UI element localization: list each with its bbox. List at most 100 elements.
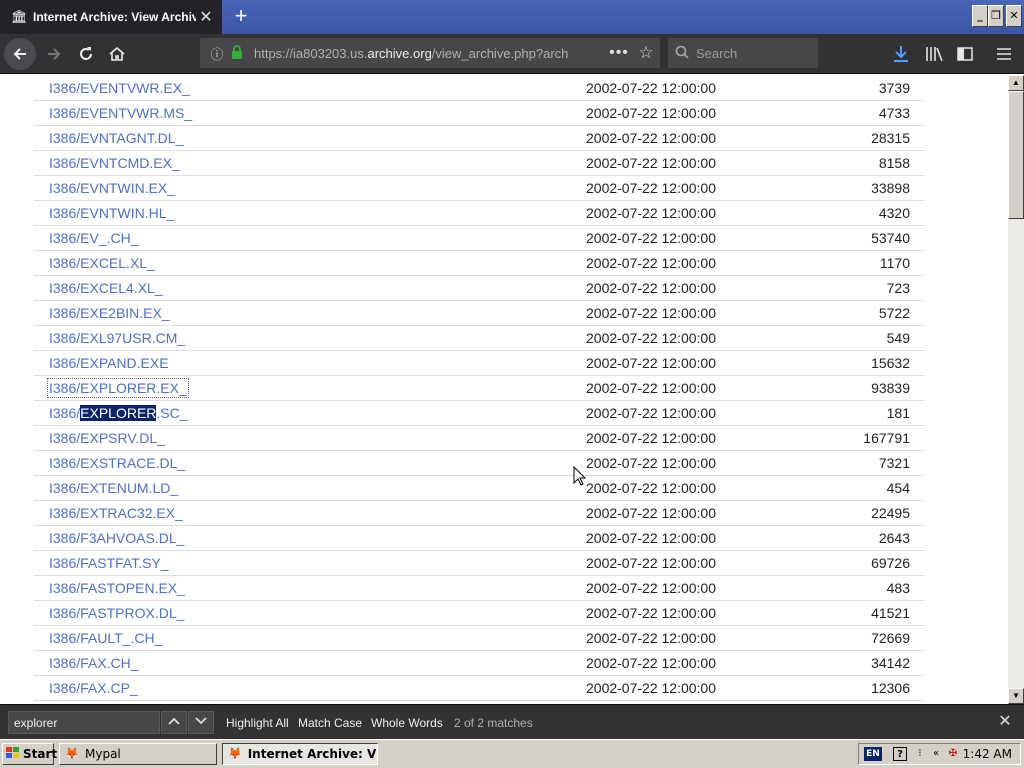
find-close-icon[interactable]: ✕ [995, 712, 1015, 732]
file-link[interactable]: I386/FAX.CP_ [49, 680, 138, 696]
search-icon [668, 45, 696, 62]
file-link[interactable]: I386/EVNTWIN.EX_ [49, 180, 175, 196]
network-icon[interactable]: ✠ [945, 747, 961, 761]
file-date: 2002-07-22 12:00:00 [586, 580, 716, 596]
file-date: 2002-07-22 12:00:00 [586, 655, 716, 671]
file-link[interactable]: I386/EXPLORER.EX_ [47, 378, 189, 398]
file-size: 15632 [871, 355, 910, 371]
table-row: I386/F3AHVOAS.DL_ 2002-07-22 12:00:00 2643 [34, 526, 925, 551]
language-indicator[interactable]: EN [864, 747, 882, 761]
new-tab-button[interactable]: + [228, 4, 254, 30]
forward-arrow-icon [48, 48, 61, 60]
help-icon[interactable]: ? [893, 747, 907, 761]
reload-button[interactable] [70, 38, 102, 70]
file-link[interactable]: I386/FAX.CH_ [49, 655, 139, 671]
reload-icon [80, 47, 92, 60]
table-row: I386/FASTFAT.SY_ 2002-07-22 12:00:00 69726 [34, 551, 925, 576]
search-box[interactable]: Search [668, 38, 818, 68]
file-link[interactable]: I386/EVNTWIN.HL_ [49, 205, 174, 221]
table-row: I386/EXPSRV.DL_ 2002-07-22 12:00:00 167791 [34, 426, 925, 451]
mypal-icon: 🦊 [228, 747, 242, 760]
url-bar[interactable]: ⓘ https://ia803203.us.archive.org/view_a… [200, 38, 660, 68]
download-arrow [894, 46, 908, 62]
file-size: 7321 [878, 455, 910, 471]
file-size: 12306 [871, 680, 910, 696]
start-label: Start [23, 747, 58, 761]
file-date: 2002-07-22 12:00:00 [586, 455, 716, 471]
file-link[interactable]: I386/EXCEL.XL_ [49, 255, 155, 271]
taskbar-item-mypal[interactable]: 🦊 Mypal [59, 743, 217, 765]
file-size: 34142 [871, 655, 910, 671]
file-link[interactable]: I386/EXL97USR.CM_ [49, 330, 185, 346]
taskbar-item-internet-archive[interactable]: 🦊 Internet Archive: Vie... [222, 743, 378, 765]
find-next-button[interactable] [188, 711, 214, 734]
file-link[interactable]: I386/EXE2BIN.EX_ [49, 305, 170, 321]
file-size: 4320 [878, 205, 910, 221]
file-link[interactable]: I386/EXTRAC32.EX_ [49, 505, 183, 521]
system-tray: EN ? ⁝ « ✠ 1:42 AM [858, 743, 1021, 765]
page-actions-icon[interactable]: ••• [606, 44, 632, 62]
downloads-icon[interactable] [886, 38, 916, 70]
file-date: 2002-07-22 12:00:00 [586, 505, 716, 521]
tab-close-icon[interactable]: ✕ [196, 7, 216, 27]
file-link[interactable]: I386/FAULT_.CH_ [49, 630, 162, 646]
file-link[interactable]: I386/EXPAND.EXE [49, 355, 169, 371]
file-size: 1170 [879, 255, 910, 271]
url-text[interactable]: https://ia803203.us.archive.org/view_arc… [254, 46, 606, 61]
back-button[interactable] [4, 38, 36, 70]
table-row: I386/EXPLORER.SC_ 2002-07-22 12:00:00 181 [34, 401, 925, 426]
sidebar-icon[interactable] [950, 38, 980, 70]
file-link[interactable]: I386/F3AHVOAS.DL_ [49, 530, 184, 546]
scroll-thumb[interactable] [1008, 91, 1024, 219]
scroll-down-icon[interactable]: ▼ [1008, 688, 1024, 704]
restore-button[interactable]: ❐ [988, 5, 1004, 27]
bookmark-star-icon[interactable]: ☆ [632, 43, 660, 63]
file-link[interactable]: I386/EXSTRACE.DL_ [49, 455, 185, 471]
file-link[interactable]: I386/EXPLORER.SC_ [49, 405, 188, 421]
show-hidden-icons-icon[interactable]: « [930, 747, 942, 761]
file-link[interactable]: I386/EVNTAGNT.DL_ [49, 130, 183, 146]
file-link[interactable]: I386/EVENTVWR.MS_ [49, 105, 192, 121]
info-icon[interactable]: ⓘ [209, 44, 225, 63]
match-case-toggle[interactable]: Match Case [298, 716, 362, 730]
table-row: I386/EXL97USR.CM_ 2002-07-22 12:00:00 549 [34, 326, 925, 351]
highlight-all-toggle[interactable]: Highlight All [226, 716, 289, 730]
find-previous-button[interactable] [161, 711, 187, 734]
home-button[interactable] [101, 38, 133, 70]
file-link[interactable]: I386/FASTFAT.SY_ [49, 555, 169, 571]
find-input[interactable] [8, 711, 160, 734]
hamburger-shape [997, 48, 1011, 60]
file-link[interactable]: I386/EVNTCMD.EX_ [49, 155, 180, 171]
scroll-up-icon[interactable]: ▲ [1008, 75, 1024, 91]
taskbar: Start 🦊 Mypal 🦊 Internet Archive: Vie...… [0, 739, 1024, 768]
chevron-up-icon [168, 717, 180, 725]
whole-words-toggle[interactable]: Whole Words [371, 716, 443, 730]
back-arrow-icon [13, 48, 26, 60]
file-date: 2002-07-22 12:00:00 [586, 155, 716, 171]
file-link[interactable]: I386/EXPSRV.DL_ [49, 430, 165, 446]
start-button[interactable]: Start [2, 743, 58, 765]
file-link[interactable]: I386/FASTOPEN.EX_ [49, 580, 185, 596]
vertical-scrollbar[interactable]: ▲ ▼ [1008, 75, 1024, 704]
file-link[interactable]: I386/EVENTVWR.EX_ [49, 80, 190, 96]
file-size: 53740 [871, 230, 910, 246]
menu-icon[interactable] [989, 38, 1019, 70]
table-row: I386/EVNTWIN.EX_ 2002-07-22 12:00:00 33898 [34, 176, 925, 201]
file-size: 3739 [878, 80, 910, 96]
file-link[interactable]: I386/EXTENUM.LD_ [49, 480, 178, 496]
file-size: 549 [886, 330, 910, 346]
file-link[interactable]: I386/EV_.CH_ [49, 230, 139, 246]
lock-icon[interactable] [231, 44, 245, 62]
close-window-button[interactable]: ✕ [1006, 5, 1022, 27]
file-size: 8158 [878, 155, 910, 171]
navigation-bar: ⓘ https://ia803203.us.archive.org/view_a… [0, 34, 1024, 74]
library-icon[interactable] [919, 38, 949, 70]
tab-internet-archive[interactable]: 🏛 Internet Archive: View Archive ✕ [0, 0, 222, 34]
forward-button[interactable] [38, 38, 70, 70]
table-row: I386/EXSTRACE.DL_ 2002-07-22 12:00:00 7321 [34, 451, 925, 476]
minimize-button[interactable]: _ [972, 5, 988, 27]
file-date: 2002-07-22 12:00:00 [586, 305, 716, 321]
file-link[interactable]: I386/EXCEL4.XL_ [49, 280, 163, 296]
file-link[interactable]: I386/FASTPROX.DL_ [49, 605, 184, 621]
table-row: I386/FAX.CP_ 2002-07-22 12:00:00 12306 [34, 676, 925, 701]
